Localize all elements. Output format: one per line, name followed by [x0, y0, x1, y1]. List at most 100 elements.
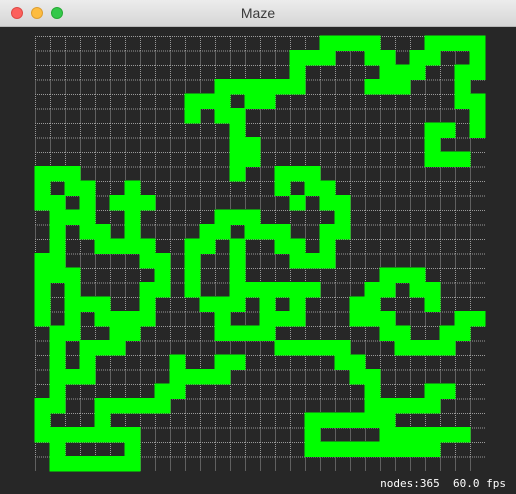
path-cell	[94, 340, 111, 356]
path-cell	[229, 209, 246, 225]
path-cell	[349, 354, 366, 370]
path-cell	[229, 79, 246, 95]
path-cell	[169, 383, 186, 399]
path-cell	[364, 369, 381, 385]
path-cell	[124, 441, 141, 457]
path-cell	[274, 311, 291, 327]
path-cell	[379, 267, 396, 283]
path-cell	[394, 441, 411, 457]
path-cell	[229, 151, 246, 167]
path-cell	[289, 64, 306, 80]
path-cell	[34, 296, 51, 312]
path-cell	[289, 340, 306, 356]
title-bar[interactable]: Maze	[0, 0, 516, 27]
path-cell	[124, 325, 141, 341]
path-cell	[364, 79, 381, 95]
path-cell	[259, 325, 276, 341]
path-cell	[154, 383, 171, 399]
path-cell	[184, 108, 201, 124]
path-cell	[109, 325, 126, 341]
path-cell	[34, 267, 51, 283]
path-cell	[229, 238, 246, 254]
path-cell	[109, 456, 126, 472]
path-cell	[94, 412, 111, 428]
path-cell	[379, 441, 396, 457]
path-cell	[454, 325, 471, 341]
path-cell	[304, 412, 321, 428]
path-cell	[139, 296, 156, 312]
path-cell	[49, 383, 66, 399]
path-cell	[319, 180, 336, 196]
path-cell	[79, 195, 96, 211]
path-cell	[49, 340, 66, 356]
path-cell	[424, 296, 441, 312]
path-cell	[289, 296, 306, 312]
path-cell	[124, 195, 141, 211]
status-readout: nodes:365 60.0 fps	[380, 477, 506, 490]
path-cell	[199, 93, 216, 109]
path-cell	[94, 398, 111, 414]
path-cell	[34, 398, 51, 414]
path-cell	[49, 195, 66, 211]
path-cell	[124, 456, 141, 472]
path-cell	[49, 253, 66, 269]
path-cell	[139, 195, 156, 211]
path-cell	[124, 398, 141, 414]
path-cell	[79, 224, 96, 240]
path-cell	[34, 311, 51, 327]
maze-canvas[interactable]	[0, 27, 516, 494]
path-cell	[64, 267, 81, 283]
path-cell	[34, 282, 51, 298]
path-cell	[394, 64, 411, 80]
path-cell	[349, 35, 366, 51]
path-cell	[424, 383, 441, 399]
maze-viewport[interactable]: nodes:365 60.0 fps	[0, 27, 516, 494]
path-cell	[259, 282, 276, 298]
path-cell	[349, 311, 366, 327]
path-cell	[139, 282, 156, 298]
path-cell	[424, 427, 441, 443]
path-cell	[94, 311, 111, 327]
path-cell	[94, 238, 111, 254]
path-cell	[379, 325, 396, 341]
path-cell	[184, 369, 201, 385]
path-cell	[469, 311, 486, 327]
path-cell	[244, 224, 261, 240]
path-cell	[424, 340, 441, 356]
path-cell	[64, 166, 81, 182]
fps-counter: 60.0 fps	[453, 477, 506, 490]
path-cell	[214, 296, 231, 312]
path-cell	[34, 180, 51, 196]
path-cell	[319, 195, 336, 211]
node-count: nodes:365	[380, 477, 440, 490]
path-cell	[79, 180, 96, 196]
path-cell	[454, 79, 471, 95]
path-cell	[409, 50, 426, 66]
path-cell	[409, 282, 426, 298]
path-cell	[49, 238, 66, 254]
path-cell	[229, 253, 246, 269]
path-cell	[184, 267, 201, 283]
path-cell	[109, 311, 126, 327]
path-cell	[64, 369, 81, 385]
path-cell	[34, 412, 51, 428]
path-cell	[244, 209, 261, 225]
path-cell	[454, 35, 471, 51]
path-cell	[409, 441, 426, 457]
path-cell	[424, 441, 441, 457]
path-cell	[109, 427, 126, 443]
path-cell	[439, 427, 456, 443]
path-cell	[349, 296, 366, 312]
path-cell	[49, 427, 66, 443]
path-cell	[214, 79, 231, 95]
path-cell	[304, 427, 321, 443]
path-cell	[334, 441, 351, 457]
path-cell	[334, 340, 351, 356]
path-cell	[304, 441, 321, 457]
path-cell	[94, 224, 111, 240]
path-cell	[79, 296, 96, 312]
path-cell	[334, 35, 351, 51]
path-cell	[409, 64, 426, 80]
path-cell	[319, 441, 336, 457]
path-cell	[259, 93, 276, 109]
